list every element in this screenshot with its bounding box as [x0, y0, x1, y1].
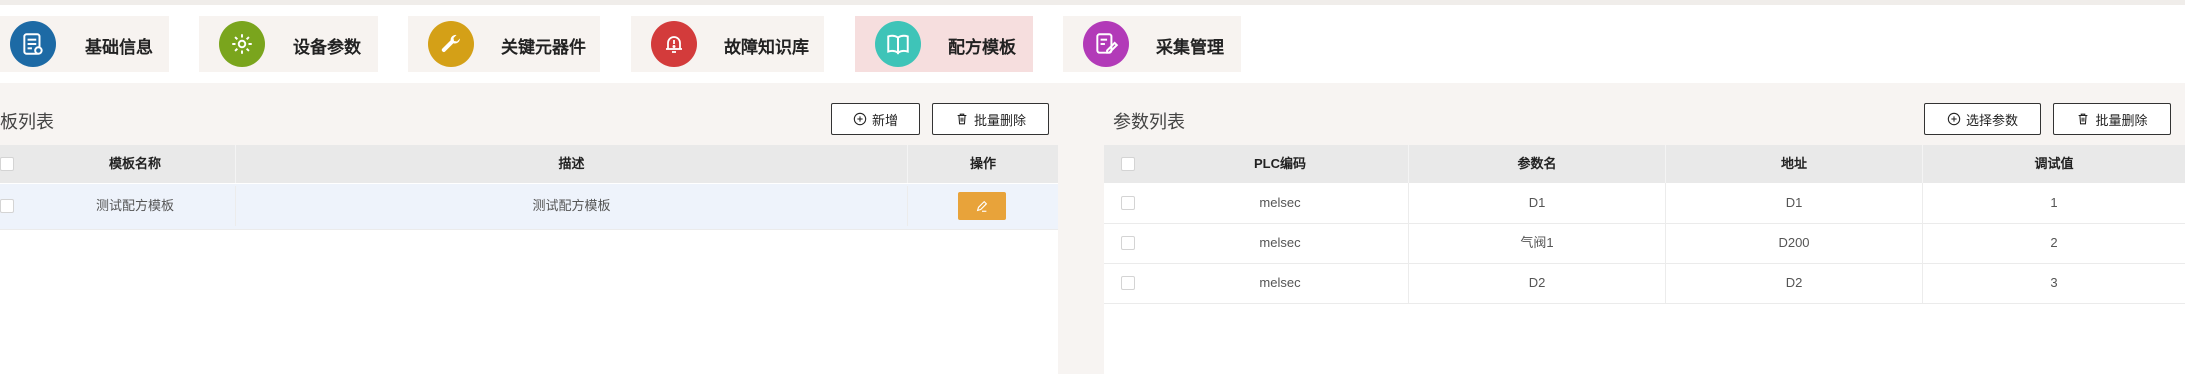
column-header: PLC编码: [1152, 145, 1409, 183]
add-template-button[interactable]: 新增: [831, 103, 920, 135]
select-all-checkbox[interactable]: [0, 157, 14, 171]
table-header: PLC编码 参数名 地址 调试值: [1104, 145, 2185, 183]
param-table: PLC编码 参数名 地址 调试值 melsec D1 D1 1 melsec 气…: [1104, 145, 2185, 374]
module-nav: 基础信息 设备参数 关键元器件 故障知识库 配方模板 采集管理: [0, 5, 2185, 83]
nav-label: 关键元器件: [501, 38, 586, 57]
cell-address: D200: [1666, 223, 1923, 263]
alert-bell-icon: [651, 21, 697, 67]
nav-item-basic-info[interactable]: 基础信息: [0, 16, 169, 72]
row-checkbox[interactable]: [0, 199, 14, 213]
cell-template-name: 测试配方模板: [35, 186, 236, 226]
cell-plc-code: melsec: [1152, 223, 1409, 263]
cell-plc-code: melsec: [1152, 183, 1409, 223]
add-label: 新增: [871, 112, 898, 128]
nav-label: 故障知识库: [724, 38, 809, 57]
column-header: 调试值: [2034, 156, 2074, 171]
wrench-icon: [428, 21, 474, 67]
book-icon: [875, 21, 921, 67]
batch-delete-templates-button[interactable]: 批量删除: [932, 103, 1049, 135]
cell-debug-value: 3: [2050, 275, 2058, 290]
cell-param-name: D1: [1409, 183, 1666, 223]
nav-label: 采集管理: [1156, 38, 1224, 57]
document-icon: [10, 21, 56, 67]
template-list-title: 模板列表: [0, 112, 54, 132]
table-row[interactable]: melsec D1 D1 1: [1104, 183, 2185, 223]
nav-label: 基础信息: [85, 38, 153, 57]
column-header: 模板名称: [35, 145, 236, 183]
trash-icon: [957, 113, 967, 125]
pencil-icon: [976, 200, 988, 212]
batch-delete-label: 批量删除: [2095, 112, 2148, 128]
row-checkbox[interactable]: [1121, 196, 1135, 210]
column-header: 地址: [1666, 145, 1923, 183]
row-divider: [0, 229, 1058, 230]
table-row[interactable]: melsec D2 D2 3: [1104, 263, 2185, 303]
row-checkbox[interactable]: [1121, 236, 1135, 250]
nav-item-key-components[interactable]: 关键元器件: [408, 16, 600, 72]
select-params-label: 选择参数: [1965, 112, 2018, 128]
batch-delete-params-button[interactable]: 批量删除: [2053, 103, 2171, 135]
cell-plc-code: melsec: [1152, 263, 1409, 303]
trash-icon: [2079, 113, 2088, 125]
cell-debug-value: 2: [2050, 235, 2058, 250]
gear-icon: [219, 21, 265, 67]
column-header: 参数名: [1409, 145, 1666, 183]
nav-item-device-params[interactable]: 设备参数: [199, 16, 378, 72]
row-divider: [1104, 303, 2185, 304]
select-params-button[interactable]: 选择参数: [1924, 103, 2041, 135]
cell-debug-value: 1: [2050, 195, 2058, 210]
param-list-title: 参数列表: [1113, 112, 1185, 132]
nav-label: 配方模板: [948, 38, 1016, 57]
cell-address: D2: [1666, 263, 1923, 303]
cell-param-name: D2: [1409, 263, 1666, 303]
row-checkbox[interactable]: [1121, 276, 1135, 290]
cell-address: D1: [1666, 183, 1923, 223]
nav-label: 设备参数: [293, 38, 361, 57]
nav-item-fault-knowledge[interactable]: 故障知识库: [631, 16, 824, 72]
plus-circle-icon: [853, 112, 867, 126]
cell-param-name: 气阀1: [1409, 223, 1666, 263]
nav-item-collection-mgmt[interactable]: 采集管理: [1063, 16, 1241, 72]
cell-description: 测试配方模板: [236, 186, 908, 226]
column-header: 操作: [969, 156, 996, 171]
template-table: 模板名称 描述 操作 测试配方模板 测试配方模板: [0, 145, 1058, 374]
table-header: 模板名称 描述 操作: [0, 145, 1058, 183]
table-row[interactable]: melsec 气阀1 D200 2: [1104, 223, 2185, 263]
batch-delete-label: 批量删除: [973, 112, 1026, 128]
plus-circle-icon: [1947, 112, 1961, 126]
column-header: 描述: [236, 145, 908, 183]
table-row[interactable]: 测试配方模板 测试配方模板: [0, 184, 1058, 229]
edit-icon: [1083, 21, 1129, 67]
select-all-checkbox[interactable]: [1121, 157, 1135, 171]
nav-item-recipe-template[interactable]: 配方模板: [855, 16, 1033, 72]
edit-button[interactable]: [958, 192, 1006, 220]
